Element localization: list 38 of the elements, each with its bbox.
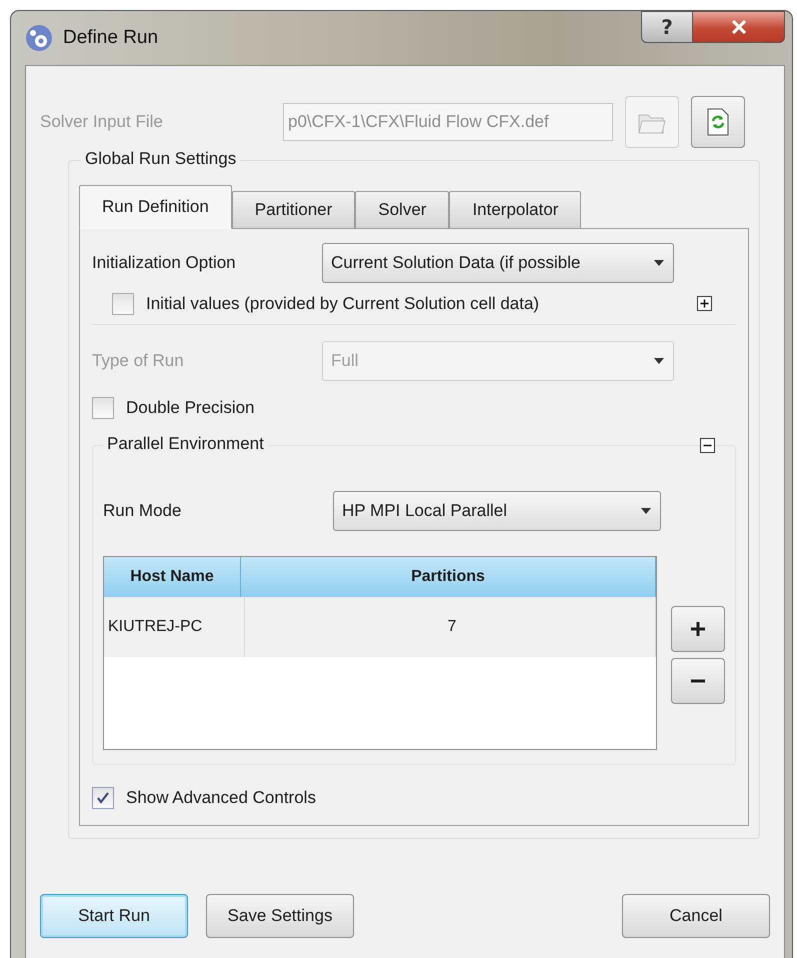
dialog-button[interactable]: Cancel — [622, 894, 770, 938]
field-label: Initialization Option — [92, 252, 237, 273]
tab[interactable]: Interpolator — [449, 191, 582, 229]
expand-icon[interactable] — [697, 296, 712, 312]
add-button[interactable] — [671, 606, 725, 652]
dropdown[interactable]: Current Solution Data (if possible — [322, 242, 674, 283]
field-label: Run Mode — [103, 500, 182, 521]
close-icon — [730, 19, 748, 35]
dialog-button[interactable]: Start Run — [40, 894, 188, 938]
reload-button[interactable] — [691, 96, 745, 148]
remove-button[interactable] — [671, 658, 725, 704]
minus-icon — [689, 678, 707, 683]
tab[interactable]: Solver — [355, 191, 450, 229]
checkbox[interactable] — [92, 786, 114, 809]
checkbox-label[interactable]: Initial values (provided by Current Solution cell data) — [146, 294, 540, 314]
plus-icon — [689, 620, 707, 638]
dropdown[interactable]: HP MPI Local Parallel — [333, 490, 661, 531]
caret-icon — [653, 357, 665, 366]
tab[interactable]: Run Definition — [79, 185, 232, 229]
refresh-file-icon — [707, 108, 729, 136]
checkbox[interactable] — [92, 397, 114, 420]
collapse-icon[interactable] — [700, 438, 715, 453]
field-label: Type of Run — [92, 351, 185, 372]
table-cell: KIUTREJ-PC — [104, 596, 245, 657]
table-cell: 7 — [245, 596, 656, 657]
caret-icon — [640, 506, 652, 515]
check-icon — [95, 790, 111, 806]
help-button[interactable]: ? — [641, 11, 693, 43]
close-button[interactable] — [693, 11, 785, 43]
checkbox-label[interactable]: Double Precision — [126, 398, 255, 418]
checkbox[interactable] — [112, 292, 134, 315]
tab[interactable]: Partitioner — [232, 191, 356, 229]
dialog-button[interactable]: Save Settings — [206, 894, 354, 938]
window-title: Define Run — [63, 27, 160, 49]
group-title: Global Run Settings — [81, 149, 240, 169]
checkbox-label[interactable]: Show Advanced Controls — [126, 788, 316, 808]
caret-icon — [653, 258, 665, 267]
field-label: Solver Input File — [40, 112, 164, 132]
